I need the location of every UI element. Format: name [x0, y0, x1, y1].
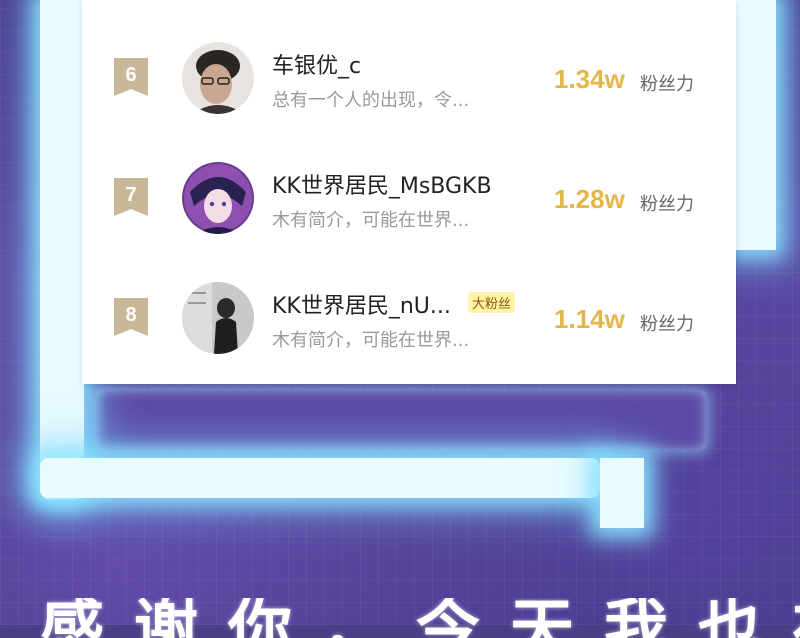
avatar[interactable] [182, 42, 254, 114]
leaderboard-row[interactable]: 8 KK世界居民_nU... 大粉丝 木有简介，可能在世界... 1.14w 粉… [82, 258, 736, 378]
rank-number: 7 [125, 184, 137, 206]
neon-frame-left [40, 0, 84, 500]
neon-frame-right [736, 0, 776, 250]
fan-power-score: 1.14w [554, 304, 625, 334]
neon-frame-bottom [40, 458, 600, 498]
user-bio: 总有一个人的出现，令... [272, 90, 470, 111]
avatar-image [182, 162, 254, 234]
fan-power-score: 1.28w [554, 184, 625, 214]
user-bio: 木有简介，可能在世界... [272, 330, 470, 351]
banner-text: 感谢你，今天我也在这里 [40, 598, 800, 638]
avatar-image [182, 42, 254, 114]
avatar[interactable] [182, 162, 254, 234]
user-name[interactable]: KK世界居民_MsBGKB [272, 168, 492, 200]
big-fan-badge: 大粉丝 [468, 292, 516, 313]
leaderboard-card: 6 车银优_c 总有一个人的出现，令... 1.34w 粉丝力 7 KK世界居民… [82, 0, 736, 384]
rank-number: 6 [125, 64, 137, 86]
rank-badge: 6 [114, 58, 148, 96]
user-bio: 木有简介，可能在世界... [272, 210, 470, 231]
leaderboard-row[interactable]: 7 KK世界居民_MsBGKB 木有简介，可能在世界... 1.28w 粉丝力 [82, 138, 736, 258]
user-name[interactable]: 车银优_c [272, 48, 361, 80]
neon-frame-stub [600, 458, 644, 528]
fan-power-label: 粉丝力 [640, 194, 694, 215]
rank-number: 8 [125, 304, 137, 326]
fan-power-label: 粉丝力 [640, 74, 694, 95]
fan-power-score: 1.34w [554, 64, 625, 94]
neon-frame-inner [96, 390, 706, 450]
leaderboard-row[interactable]: 6 车银优_c 总有一个人的出现，令... 1.34w 粉丝力 [82, 18, 736, 138]
user-name[interactable]: KK世界居民_nU... [272, 288, 451, 320]
avatar[interactable] [182, 282, 254, 354]
fan-power-label: 粉丝力 [640, 314, 694, 335]
rank-badge: 8 [114, 298, 148, 336]
rank-badge: 7 [114, 178, 148, 216]
avatar-image [182, 282, 254, 354]
